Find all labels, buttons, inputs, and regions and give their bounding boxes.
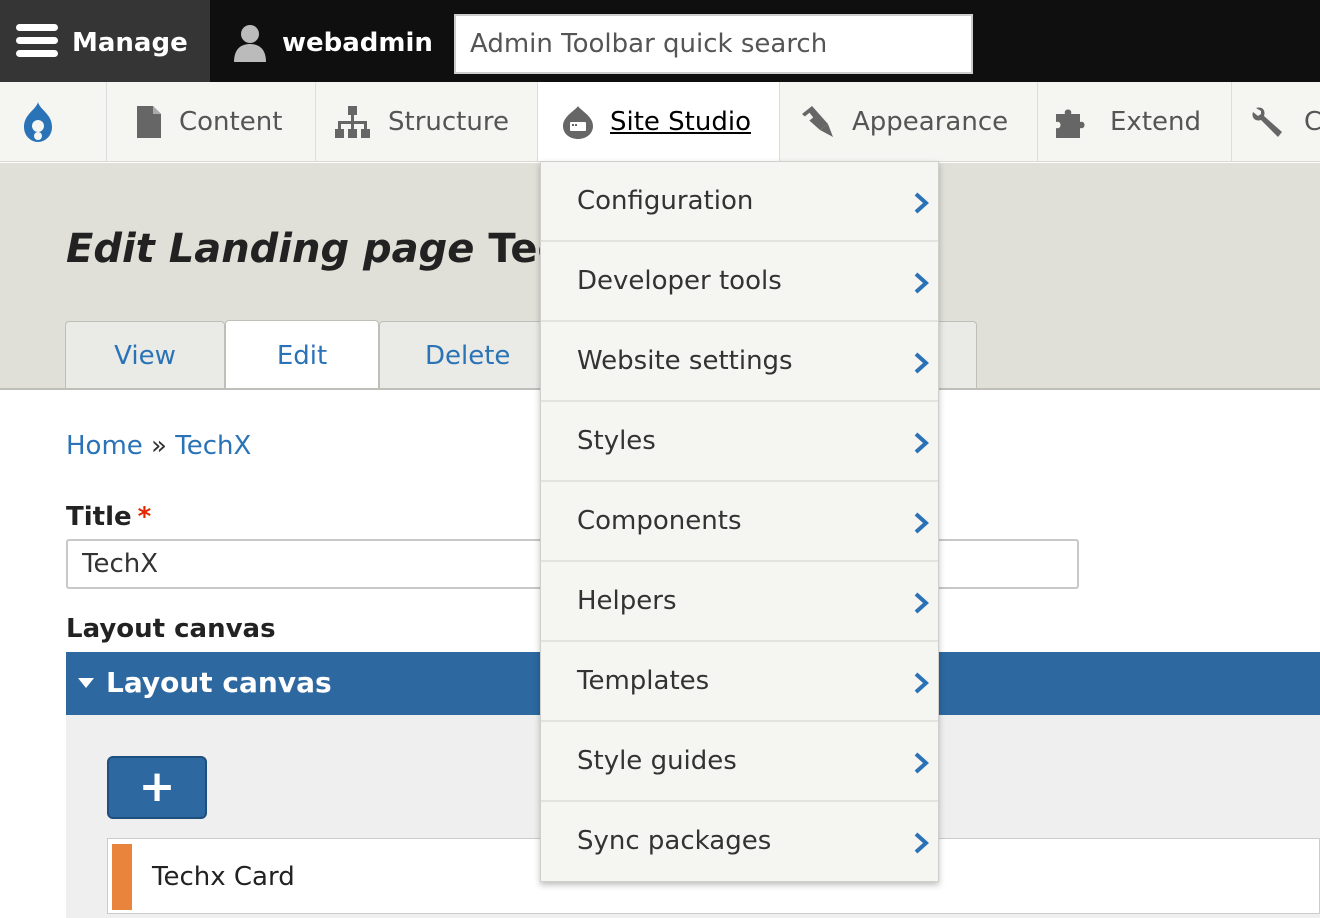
tray-item-configuration[interactable]: C — [1232, 82, 1320, 161]
tray-item-structure[interactable]: Structure — [316, 82, 538, 161]
menu-item-label: Style guides — [577, 746, 737, 776]
card-label: Techx Card — [152, 862, 295, 892]
menu-item-developer-tools[interactable]: Developer tools — [541, 242, 938, 322]
page-title: Edit Landing page Tec — [66, 223, 561, 275]
breadcrumb-separator: » — [151, 431, 167, 461]
menu-item-templates[interactable]: Templates — [541, 642, 938, 722]
menu-item-label: Components — [577, 506, 742, 536]
layout-canvas-label: Layout canvas — [66, 614, 276, 644]
menu-item-sync-packages[interactable]: Sync packages — [541, 802, 938, 882]
breadcrumb: Home » TechX — [66, 430, 251, 462]
menu-item-label: Configuration — [577, 186, 754, 216]
chevron-right-icon — [914, 672, 929, 694]
user-label: webadmin — [282, 28, 433, 58]
triangle-down-icon — [78, 678, 94, 688]
menu-item-website-settings[interactable]: Website settings — [541, 322, 938, 402]
menu-item-helpers[interactable]: Helpers — [541, 562, 938, 642]
site-studio-icon — [563, 106, 593, 139]
breadcrumb-current-link[interactable]: TechX — [175, 431, 251, 461]
menu-item-label: Sync packages — [577, 826, 772, 856]
site-studio-dropdown: Configuration Developer tools Website se… — [540, 161, 939, 882]
tray-item-content[interactable]: Content — [107, 82, 316, 161]
tray-item-extend[interactable]: Extend — [1038, 82, 1232, 161]
tray-item-site-studio[interactable]: Site Studio — [538, 82, 780, 161]
chevron-right-icon — [914, 432, 929, 454]
add-component-button[interactable]: + — [107, 756, 207, 819]
hamburger-icon — [16, 24, 58, 58]
drupal-logo-icon — [24, 102, 52, 142]
admin-tray: Content Structure Site Studio Appearance… — [0, 82, 1320, 162]
admin-toolbar: Manage webadmin — [0, 0, 1320, 82]
menu-item-label: Templates — [577, 666, 710, 696]
breadcrumb-home-link[interactable]: Home — [66, 431, 143, 461]
chevron-right-icon — [914, 592, 929, 614]
manage-label: Manage — [72, 28, 188, 58]
menu-item-label: Styles — [577, 426, 656, 456]
tray-item-label: Content — [179, 107, 283, 137]
title-label-text: Title — [66, 502, 132, 532]
menu-item-style-guides[interactable]: Style guides — [541, 722, 938, 802]
card-accent-stripe — [112, 844, 132, 910]
chevron-right-icon — [914, 272, 929, 294]
tray-item-label: Extend — [1110, 107, 1201, 137]
drupal-home-link[interactable] — [0, 82, 107, 161]
menu-item-components[interactable]: Components — [541, 482, 938, 562]
menu-item-label: Helpers — [577, 586, 677, 616]
menu-item-configuration[interactable]: Configuration — [541, 162, 938, 242]
puzzle-icon — [1056, 109, 1085, 138]
tray-item-appearance[interactable]: Appearance — [780, 82, 1038, 161]
chevron-right-icon — [914, 512, 929, 534]
layout-canvas-heading: Layout canvas — [106, 666, 332, 699]
file-icon — [137, 106, 161, 138]
user-icon — [234, 25, 266, 62]
paintbrush-icon — [802, 106, 833, 137]
tray-item-label: Site Studio — [610, 107, 751, 137]
required-marker: * — [137, 502, 152, 532]
tab-view[interactable]: View — [65, 321, 225, 389]
user-menu-button[interactable]: webadmin — [210, 0, 444, 82]
title-field-label: Title * — [66, 501, 151, 533]
sitemap-icon — [335, 106, 370, 138]
chevron-right-icon — [914, 832, 929, 854]
tray-item-label: Appearance — [852, 107, 1009, 137]
toolbar-search-input[interactable] — [454, 14, 973, 74]
menu-item-label: Developer tools — [577, 266, 782, 296]
tray-item-label: C — [1304, 107, 1320, 137]
menu-item-styles[interactable]: Styles — [541, 402, 938, 482]
tray-item-label: Structure — [388, 107, 509, 137]
menu-item-label: Website settings — [577, 346, 793, 376]
manage-button[interactable]: Manage — [0, 0, 210, 82]
wrench-icon — [1252, 107, 1282, 137]
chevron-right-icon — [914, 352, 929, 374]
chevron-right-icon — [914, 752, 929, 774]
tab-edit[interactable]: Edit — [225, 320, 379, 390]
chevron-right-icon — [914, 192, 929, 214]
page-title-prefix: Edit Landing page — [66, 226, 475, 272]
